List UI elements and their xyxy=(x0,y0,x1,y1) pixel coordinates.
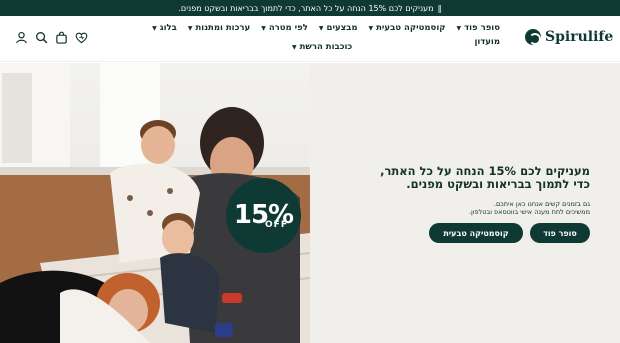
chevron-down-icon: ▼ xyxy=(152,24,157,32)
nav-item-influencers[interactable]: כוכבות הרשת ▼ xyxy=(292,42,352,52)
nav-item-sales[interactable]: מבצעים ▼ xyxy=(319,23,358,33)
chevron-down-icon: ▼ xyxy=(456,24,462,32)
brand-name: Spirulife xyxy=(545,29,614,45)
search-icon[interactable] xyxy=(34,30,48,44)
nav-item-superfood[interactable]: סופר פוד ▼ xyxy=(457,23,501,33)
nav-item-kits-gifts[interactable]: ערכות ומתנות ▼ xyxy=(188,23,250,33)
nav-item-label: ערכות ומתנות xyxy=(195,23,251,33)
discount-badge: 15% OFF xyxy=(226,178,301,253)
nav-item-natural-cosmetics[interactable]: קוסמטיקה טבעית ▼ xyxy=(369,23,446,33)
announcement-text: מעניקים לכם 15% הנחה על כל האתר, כדי לתמ… xyxy=(178,3,434,13)
announcement-bar: ‖ מעניקים לכם 15% הנחה על כל האתר, כדי ל… xyxy=(0,0,620,16)
promo-subtext-line2: ממשיכים לתת מענה אישי בווטסאפ ובטלפון. xyxy=(468,208,590,216)
chevron-down-icon: ▼ xyxy=(318,24,324,32)
nav-item-label: מועדון xyxy=(474,37,500,47)
natural-cosmetics-button[interactable]: קוסמטיקה טבעית xyxy=(429,223,523,243)
hero-banner: 15% OFF מעניקים לכם 15% הנחה על כל האתר,… xyxy=(0,63,620,343)
promo-subtext-line1: גם בזמנים קשים אנחנו כאן איתכם. xyxy=(493,200,590,208)
nav-item-label: מבצעים xyxy=(326,23,358,33)
announcement-separator: ‖ xyxy=(437,3,442,13)
chevron-down-icon: ▼ xyxy=(368,24,374,32)
promo-subtext: גם בזמנים קשים אנחנו כאן איתכם. ממשיכים … xyxy=(400,200,590,216)
nav-item-by-goal[interactable]: לפי מטרה ▼ xyxy=(261,23,308,33)
superfood-button[interactable]: סופר פוד xyxy=(530,223,590,243)
brand-logo[interactable]: Spirulife xyxy=(525,29,613,45)
badge-off-text: OFF xyxy=(265,219,288,230)
nav-item-club[interactable]: מועדון xyxy=(474,37,500,47)
spiral-logo-icon xyxy=(525,29,541,45)
nav-item-label: סופר פוד xyxy=(464,23,500,33)
nav-item-label: כוכבות הרשת xyxy=(299,42,353,52)
nav-item-label: קוסמטיקה טבעית xyxy=(376,23,446,33)
site-header: Spirulife סופר פוד ▼ קוסמטיקה טבעית ▼ מב… xyxy=(0,16,620,62)
chevron-down-icon: ▼ xyxy=(261,24,266,32)
nav-item-label: בלוג xyxy=(159,23,177,33)
nav-item-label: לפי מטרה xyxy=(268,23,308,33)
nav-item-blog[interactable]: בלוג ▼ xyxy=(152,23,177,33)
wishlist-icon[interactable] xyxy=(74,30,88,44)
cart-icon[interactable] xyxy=(54,30,68,44)
header-icons xyxy=(14,30,88,44)
chevron-down-icon: ▼ xyxy=(187,24,193,32)
account-icon[interactable] xyxy=(14,30,28,44)
promo-headline: מעניקים לכם 15% הנחה על כל האתר, כדי לתמ… xyxy=(380,164,590,191)
chevron-down-icon: ▼ xyxy=(292,43,297,51)
